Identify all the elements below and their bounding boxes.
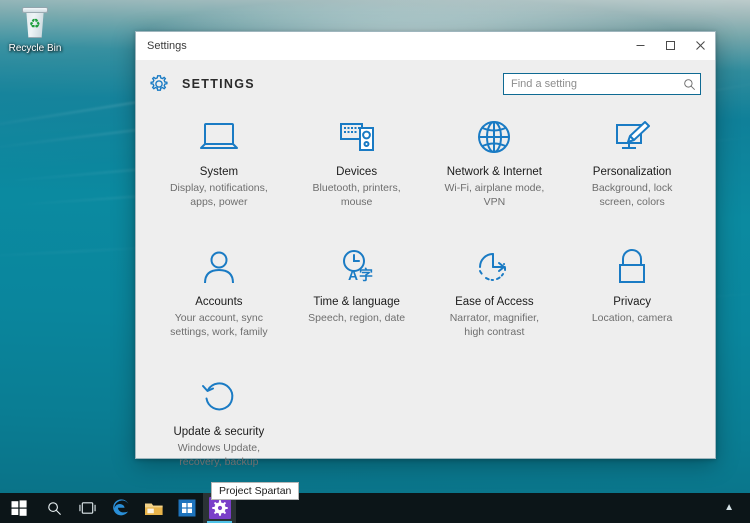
- tile-title: System: [199, 166, 239, 178]
- tile-description: Display, notifications, apps, power: [169, 182, 268, 208]
- task-view-button[interactable]: [71, 493, 104, 523]
- settings-tile-update-security[interactable]: Update & security Windows Update, recove…: [150, 368, 288, 498]
- recycle-bin-icon: ♻: [18, 6, 52, 40]
- settings-tiles-grid: System Display, notifications, apps, pow…: [136, 108, 715, 498]
- refresh-circle-icon: [197, 374, 241, 420]
- tile-description: Bluetooth, printers, mouse: [312, 182, 401, 208]
- globe-icon: [472, 114, 516, 160]
- tile-title: Update & security: [173, 426, 265, 438]
- start-button[interactable]: [0, 493, 38, 523]
- system-tray: ▲: [716, 493, 750, 523]
- settings-tile-network-internet[interactable]: Network & Internet Wi-Fi, airplane mode,…: [426, 108, 564, 238]
- title-bar[interactable]: Settings: [136, 32, 715, 60]
- settings-header: SETTINGS: [136, 60, 715, 108]
- tile-description: Speech, region, date: [308, 312, 406, 324]
- ease-of-access-clock-icon: [471, 244, 517, 290]
- settings-tile-system[interactable]: System Display, notifications, apps, pow…: [150, 108, 288, 238]
- search-box[interactable]: [503, 73, 701, 95]
- desktop[interactable]: ♻ Recycle Bin Settings SETTINGS Find a s…: [0, 0, 750, 523]
- window-title: Settings: [147, 39, 187, 52]
- lock-icon: [611, 244, 653, 290]
- close-button[interactable]: [685, 32, 715, 60]
- tile-title: Time & language: [313, 296, 400, 308]
- tile-title: Privacy: [613, 296, 651, 308]
- tile-description: Windows Update, recovery, backup: [177, 442, 261, 468]
- settings-tile-ease-of-access[interactable]: Ease of Access Narrator, magnifier, high…: [426, 238, 564, 368]
- recycle-bin-desktop-icon[interactable]: ♻ Recycle Bin: [4, 6, 66, 54]
- tile-description: Narrator, magnifier, high contrast: [449, 312, 540, 338]
- taskbar-tooltip: Project Spartan: [211, 482, 300, 500]
- tile-title: Ease of Access: [455, 296, 534, 308]
- search-icon[interactable]: [683, 78, 696, 91]
- page-title: SETTINGS: [182, 77, 255, 91]
- taskbar[interactable]: ▲: [0, 493, 750, 523]
- search-input[interactable]: [511, 78, 683, 90]
- file-explorer-button[interactable]: [137, 493, 170, 523]
- chevron-up-icon[interactable]: ▲: [716, 493, 742, 523]
- paintbrush-monitor-icon: [609, 114, 655, 160]
- svg-text:字: 字: [359, 267, 373, 284]
- gear-icon: [148, 73, 170, 95]
- settings-tile-devices[interactable]: Devices Bluetooth, printers, mouse: [288, 108, 426, 238]
- settings-tile-privacy[interactable]: Privacy Location, camera: [563, 238, 701, 368]
- tile-description: Background, lock screen, colors: [591, 182, 673, 208]
- recycle-bin-label: Recycle Bin: [8, 43, 62, 54]
- edge-browser-button[interactable]: [104, 493, 137, 523]
- tile-description: Wi-Fi, airplane mode, VPN: [444, 182, 545, 208]
- search-taskbar-button[interactable]: [38, 493, 71, 523]
- tile-title: Personalization: [592, 166, 672, 178]
- devices-icon: [334, 114, 380, 160]
- minimize-button[interactable]: [625, 32, 655, 60]
- settings-tile-accounts[interactable]: Accounts Your account, sync settings, wo…: [150, 238, 288, 368]
- person-icon: [197, 244, 241, 290]
- svg-text:A: A: [348, 267, 358, 283]
- settings-tile-personalization[interactable]: Personalization Background, lock screen,…: [563, 108, 701, 238]
- store-button[interactable]: [170, 493, 203, 523]
- settings-window[interactable]: Settings SETTINGS Find a setting System …: [135, 31, 716, 468]
- maximize-button[interactable]: [655, 32, 685, 60]
- laptop-icon: [196, 114, 242, 160]
- tile-description: Your account, sync settings, work, famil…: [170, 312, 268, 338]
- taskbar-empty-area: [236, 493, 716, 523]
- settings-tile-time-language[interactable]: A 字 Time & language Speech, region, date: [288, 238, 426, 368]
- clock-language-icon: A 字: [334, 244, 380, 290]
- tile-title: Accounts: [195, 296, 243, 308]
- tile-title: Devices: [336, 166, 378, 178]
- tile-description: Location, camera: [591, 312, 673, 324]
- tile-title: Network & Internet: [446, 166, 542, 178]
